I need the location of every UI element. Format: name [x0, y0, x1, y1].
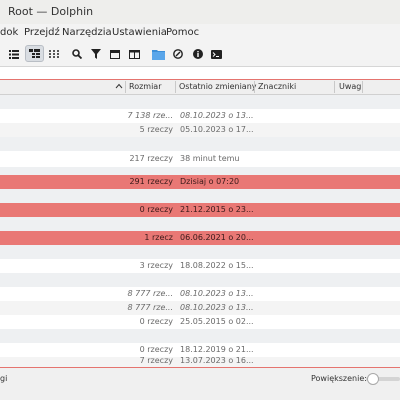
status-text: gi — [0, 374, 8, 383]
filter-icon[interactable] — [88, 46, 104, 62]
table-row[interactable]: 5 rzeczy 05.10.2023 o 17... — [0, 123, 400, 137]
table-row[interactable] — [0, 245, 400, 259]
split-view-icon[interactable] — [126, 46, 142, 62]
new-folder-icon[interactable] — [150, 46, 166, 62]
compact-view-icon[interactable] — [46, 46, 62, 62]
column-size[interactable]: Rozmiar — [129, 82, 162, 91]
menu-tools[interactable]: Narzędzia — [62, 27, 112, 38]
menu-settings[interactable]: Ustawienia — [112, 27, 167, 38]
location-bar[interactable] — [0, 67, 400, 79]
table-row[interactable]: 7 rzeczy 13.07.2023 o 16... — [0, 356, 400, 367]
column-header: Rozmiar Ostatnio zmieniany Znaczniki Uwa… — [0, 80, 400, 95]
list-view-icon[interactable] — [6, 46, 22, 62]
column-separator[interactable] — [175, 81, 176, 93]
menu-file[interactable]: dok — [0, 27, 18, 38]
column-separator[interactable] — [125, 81, 126, 93]
table-row[interactable]: 291 rzeczy Dzisiaj o 07:20 — [0, 175, 400, 189]
info-icon[interactable] — [190, 46, 206, 62]
table-row[interactable]: 0 rzeczy 21.12.2015 o 23... — [0, 203, 400, 217]
column-comment[interactable]: Uwagi — [339, 82, 364, 91]
status-bar: gi Powiększenie: — [0, 368, 400, 400]
search-icon[interactable] — [69, 46, 85, 62]
table-row[interactable] — [0, 189, 400, 203]
file-list: 7 138 rze... 08.10.2023 o 13... 5 rzeczy 0… — [0, 95, 400, 367]
table-row[interactable]: 217 rzeczy 38 minut temu — [0, 151, 400, 167]
dolphin-window: Root — Dolphin dok Przejdź Narzędzia Ust… — [0, 0, 400, 400]
terminal-panel-icon[interactable] — [107, 46, 123, 62]
window-title: Root — Dolphin — [8, 5, 94, 18]
sort-ascending-icon[interactable] — [115, 83, 123, 89]
menu-bar: dok Przejdź Narzędzia Ustawienia Pomoc — [0, 24, 400, 42]
zoom-slider-handle[interactable] — [367, 373, 379, 385]
title-bar: Root — Dolphin — [0, 0, 400, 25]
column-tags[interactable]: Znaczniki — [258, 82, 296, 91]
toolbar — [0, 42, 400, 67]
table-row[interactable]: 1 rzecz 06.06.2021 o 20... — [0, 231, 400, 245]
open-terminal-icon[interactable] — [208, 46, 224, 62]
copy-location-icon[interactable] — [170, 46, 186, 62]
table-row[interactable] — [0, 273, 400, 287]
table-row[interactable]: 0 rzeczy 18.12.2019 o 21... — [0, 343, 400, 357]
table-row[interactable]: 8 777 rze... 08.10.2023 o 13... — [0, 301, 400, 315]
menu-go[interactable]: Przejdź — [24, 27, 60, 38]
column-separator[interactable] — [254, 81, 255, 93]
table-row[interactable]: 8 777 rze... 08.10.2023 o 13... — [0, 287, 400, 301]
table-row[interactable] — [0, 329, 400, 343]
zoom-label: Powiększenie: — [311, 374, 367, 383]
table-row[interactable] — [0, 95, 400, 109]
table-row[interactable] — [0, 217, 400, 231]
menu-help[interactable]: Pomoc — [166, 27, 199, 38]
tree-view-icon[interactable] — [25, 45, 44, 62]
table-row[interactable]: 7 138 rze... 08.10.2023 o 13... — [0, 109, 400, 123]
table-row[interactable] — [0, 137, 400, 151]
table-row[interactable]: 0 rzeczy 25.05.2015 o 02... — [0, 315, 400, 329]
column-separator[interactable] — [362, 81, 363, 93]
column-separator[interactable] — [334, 81, 335, 93]
table-row[interactable]: 3 rzeczy 18.08.2022 o 15... — [0, 259, 400, 273]
column-modified[interactable]: Ostatnio zmieniany — [179, 82, 257, 91]
